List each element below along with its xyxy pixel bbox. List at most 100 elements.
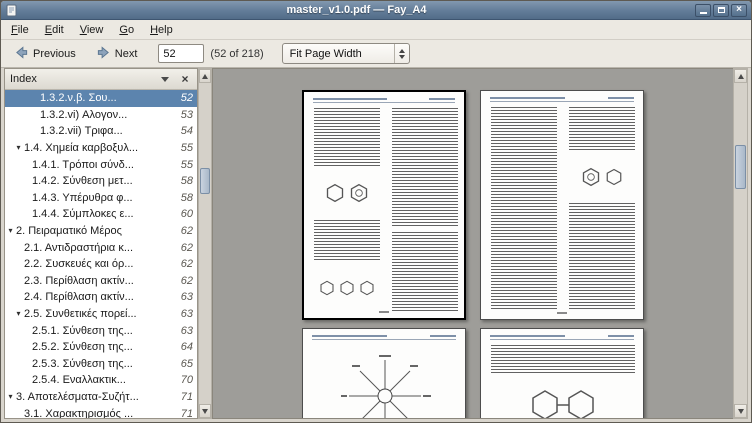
- index-item[interactable]: 2.5.3. Σύνθεση της...65: [5, 356, 197, 373]
- previous-label: Previous: [33, 48, 76, 60]
- document-icon: [5, 4, 18, 17]
- scroll-up-button[interactable]: [734, 69, 747, 83]
- content-area: Index × 1.3.2.ν.β. Σου...521.3.2.vi) Αλο…: [1, 68, 751, 422]
- scroll-down-button[interactable]: [734, 404, 747, 418]
- index-item[interactable]: 2.5.4. Εναλλακτικ...70: [5, 372, 197, 389]
- index-item-page: 62: [173, 242, 197, 254]
- menu-go[interactable]: Go: [111, 21, 142, 39]
- index-item[interactable]: 1.3.2.ν.β. Σου...52: [5, 90, 197, 107]
- index-item[interactable]: 1.4.2. Σύνθεση μετ...58: [5, 173, 197, 190]
- index-item[interactable]: 2.4. Περίθλαση ακτίν...63: [5, 289, 197, 306]
- toolbar: Previous Next (52 of 218) Fit Page Width: [1, 40, 751, 68]
- scroll-track[interactable]: [734, 83, 747, 404]
- sidebar-scroll-down-button[interactable]: [199, 404, 211, 418]
- page-number-input[interactable]: [158, 44, 204, 63]
- spinner-up-icon: [399, 49, 405, 53]
- expander-down-icon[interactable]: ▾: [5, 227, 16, 235]
- next-page-button[interactable]: Next: [89, 42, 145, 66]
- sidebar-selector-button[interactable]: [158, 77, 172, 82]
- text-block: [569, 107, 635, 151]
- document-scrollbar[interactable]: [733, 68, 748, 419]
- sidebar-close-button[interactable]: ×: [178, 73, 192, 85]
- index-item[interactable]: 2.1. Αντιδραστήρια κ...62: [5, 239, 197, 256]
- index-item[interactable]: ▾3. Αποτελέσματα-Συζήτ...71: [5, 389, 197, 406]
- page-header: [313, 98, 455, 103]
- index-item-label: 1.3.2.ν.β. Σου...: [40, 92, 173, 104]
- menu-help[interactable]: Help: [142, 21, 181, 39]
- index-item-label: 1.4.3. Υπέρυθρα φ...: [32, 192, 173, 204]
- menu-view[interactable]: View: [72, 21, 112, 39]
- index-item[interactable]: 1.4.4. Σύμπλοκες ε...60: [5, 206, 197, 223]
- index-item[interactable]: ▾2. Πειραματικό Μέρος62: [5, 223, 197, 240]
- text-block: [314, 108, 380, 166]
- chemical-structure-figure: [312, 264, 382, 312]
- minimize-button[interactable]: [695, 4, 711, 17]
- window-title: master_v1.0.pdf — Fay_A4: [22, 4, 691, 16]
- menu-file[interactable]: File: [3, 21, 37, 39]
- arrow-left-icon: [14, 45, 29, 63]
- index-item-label: 2.5.2. Σύνθεση της...: [32, 341, 173, 353]
- pdf-page[interactable]: [480, 328, 644, 419]
- sidebar-scroll-thumb[interactable]: [200, 168, 210, 194]
- sidebar-scrollbar[interactable]: [198, 68, 212, 419]
- arrow-up-icon: [202, 74, 208, 79]
- page-grid: [302, 90, 644, 419]
- pdf-page[interactable]: [480, 90, 644, 320]
- text-block: [569, 203, 635, 311]
- index-item-label: 1.3.2.vi) Αλογον...: [40, 109, 173, 121]
- index-item-label: 1.4.1. Τρόποι σύνδ...: [32, 159, 173, 171]
- index-item-page: 53: [173, 109, 197, 121]
- index-item-label: 2.2. Συσκευές και όρ...: [24, 258, 173, 270]
- text-block: [491, 345, 635, 373]
- index-item[interactable]: ▾1.4. Χημεία καρβοξυλ...55: [5, 140, 197, 157]
- titlebar[interactable]: master_v1.0.pdf — Fay_A4 ×: [1, 1, 751, 20]
- index-item-label: 1.3.2.vii) Τριφα...: [40, 125, 173, 137]
- index-item[interactable]: 1.4.3. Υπέρυθρα φ...58: [5, 190, 197, 207]
- chemical-structure-figure: [567, 155, 637, 199]
- menubar: File Edit View Go Help: [1, 20, 751, 40]
- maximize-button[interactable]: [713, 4, 729, 17]
- index-item[interactable]: 2.2. Συσκευές και όρ...62: [5, 256, 197, 273]
- page-footer: [379, 311, 389, 313]
- index-item-label: 2.1. Αντιδραστήρια κ...: [24, 242, 173, 254]
- sidebar-title: Index: [10, 73, 152, 85]
- index-item-page: 58: [173, 192, 197, 204]
- index-item-page: 63: [173, 308, 197, 320]
- zoom-spinner[interactable]: [394, 44, 409, 63]
- page-header: [490, 97, 634, 102]
- index-item[interactable]: 2.3. Περίθλαση ακτίν...62: [5, 273, 197, 290]
- index-item-page: 70: [173, 374, 197, 386]
- text-block: [392, 232, 458, 312]
- pdf-page[interactable]: [302, 328, 466, 419]
- index-item-page: 71: [173, 391, 197, 403]
- menu-edit[interactable]: Edit: [37, 21, 72, 39]
- index-item-page: 63: [173, 291, 197, 303]
- index-item-page: 62: [173, 275, 197, 287]
- radial-reaction-scheme-figure: [333, 345, 437, 419]
- zoom-combobox[interactable]: Fit Page Width: [282, 43, 410, 64]
- previous-page-button[interactable]: Previous: [7, 42, 83, 66]
- index-item[interactable]: 1.3.2.vii) Τριφα...54: [5, 123, 197, 140]
- expander-down-icon[interactable]: ▾: [13, 310, 24, 318]
- index-item-label: 2.5.1. Σύνθεση της...: [32, 325, 173, 337]
- text-block: [491, 107, 557, 311]
- index-item[interactable]: 3.1. Χαρακτηρισμός ...71: [5, 405, 197, 418]
- expander-down-icon[interactable]: ▾: [5, 393, 16, 401]
- index-item-page: 55: [173, 159, 197, 171]
- pdf-page[interactable]: [302, 90, 466, 320]
- index-item-label: 2.5.3. Σύνθεση της...: [32, 358, 173, 370]
- index-item[interactable]: 2.5.1. Σύνθεση της...63: [5, 322, 197, 339]
- index-item-page: 60: [173, 208, 197, 220]
- sidebar-scroll-track[interactable]: [199, 83, 211, 404]
- scroll-thumb[interactable]: [735, 145, 746, 189]
- document-view[interactable]: [212, 68, 733, 419]
- index-item[interactable]: ▾2.5. Συνθετικές πορεί...63: [5, 306, 197, 323]
- index-item[interactable]: 1.3.2.vi) Αλογον...53: [5, 107, 197, 124]
- index-item[interactable]: 2.5.2. Σύνθεση της...64: [5, 339, 197, 356]
- chevron-down-icon: [161, 77, 169, 82]
- close-button[interactable]: ×: [731, 4, 747, 17]
- application-window: master_v1.0.pdf — Fay_A4 × File Edit Vie…: [0, 0, 752, 423]
- sidebar-scroll-up-button[interactable]: [199, 69, 211, 83]
- expander-down-icon[interactable]: ▾: [13, 144, 24, 152]
- index-item[interactable]: 1.4.1. Τρόποι σύνδ...55: [5, 156, 197, 173]
